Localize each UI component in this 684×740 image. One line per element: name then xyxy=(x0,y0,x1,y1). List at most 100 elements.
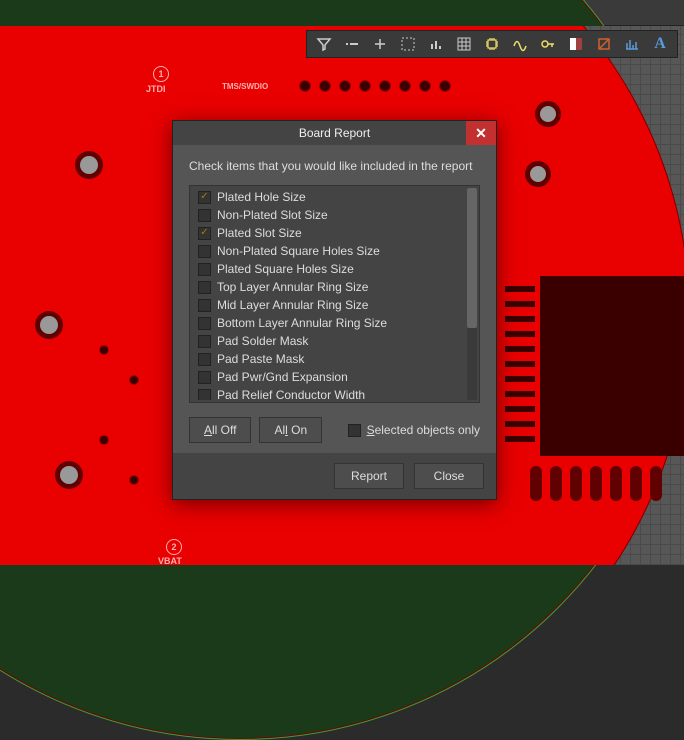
pcb-trace xyxy=(505,421,535,427)
checkbox-icon xyxy=(198,263,211,276)
checkbox-icon: ✓ xyxy=(198,227,211,240)
pcb-via xyxy=(360,81,370,91)
pcb-hole xyxy=(530,166,546,182)
checkbox-icon xyxy=(198,317,211,330)
report-item-checkbox[interactable]: ✓ Plated Slot Size xyxy=(192,224,465,242)
report-item-label: Top Layer Annular Ring Size xyxy=(217,280,368,294)
checkbox-icon xyxy=(198,209,211,222)
pcb-via xyxy=(100,436,108,444)
chart-icon[interactable] xyxy=(621,33,643,55)
pcb-via xyxy=(340,81,350,91)
silkscreen-label: JTDI xyxy=(146,84,166,94)
pcb-trace xyxy=(505,331,535,337)
bars-icon[interactable] xyxy=(425,33,447,55)
grid-icon[interactable] xyxy=(453,33,475,55)
board-report-dialog: Board Report ✕ Check items that you woul… xyxy=(172,120,497,500)
wave-icon[interactable] xyxy=(509,33,531,55)
report-item-label: Bottom Layer Annular Ring Size xyxy=(217,316,387,330)
pcb-slot xyxy=(550,466,562,501)
pcb-hole xyxy=(540,106,556,122)
pcb-hole xyxy=(60,466,78,484)
checkbox-icon xyxy=(198,299,211,312)
report-item-checkbox[interactable]: Non-Plated Square Holes Size xyxy=(192,242,465,260)
pcb-slot xyxy=(590,466,602,501)
pcb-slot xyxy=(650,466,662,501)
report-item-label: Pad Paste Mask xyxy=(217,352,304,366)
pcb-trace xyxy=(505,391,535,397)
scrollbar-thumb[interactable] xyxy=(467,188,477,328)
silkscreen-pin-circle: 1 xyxy=(153,66,169,82)
all-off-button[interactable]: All Off xyxy=(189,417,251,443)
selected-objects-only-checkbox[interactable]: Selected objects only xyxy=(348,423,480,437)
checkbox-icon xyxy=(198,281,211,294)
dialog-title: Board Report xyxy=(299,126,370,140)
pcb-slot xyxy=(610,466,622,501)
dialog-titlebar[interactable]: Board Report ✕ xyxy=(173,121,496,145)
pcb-via xyxy=(130,476,138,484)
pcb-via xyxy=(300,81,310,91)
contrast-icon[interactable] xyxy=(565,33,587,55)
pcb-trace xyxy=(505,301,535,307)
silkscreen-label: TMS/SWDIO xyxy=(222,82,268,91)
report-item-checkbox[interactable]: Pad Relief Conductor Width xyxy=(192,386,465,400)
report-item-checkbox[interactable]: Plated Square Holes Size xyxy=(192,260,465,278)
report-item-label: Non-Plated Slot Size xyxy=(217,208,328,222)
report-item-label: Non-Plated Square Holes Size xyxy=(217,244,380,258)
filter-icon[interactable] xyxy=(313,33,335,55)
report-item-checkbox[interactable]: Mid Layer Annular Ring Size xyxy=(192,296,465,314)
report-item-checkbox[interactable]: Bottom Layer Annular Ring Size xyxy=(192,314,465,332)
report-item-label: Plated Square Holes Size xyxy=(217,262,354,276)
report-item-label: Plated Slot Size xyxy=(217,226,302,240)
pcb-trace xyxy=(505,346,535,352)
checkbox-icon xyxy=(198,245,211,258)
dialog-footer: Report Close xyxy=(173,453,496,499)
pcb-hole xyxy=(80,156,98,174)
close-icon: ✕ xyxy=(475,125,487,142)
tab-pcb-doc[interactable]: Bluetooth_Sentinel.PcbDoc * xyxy=(0,0,171,25)
report-items-panel: ✓ Plated Hole Size Non-Plated Slot Size ✓ Pl… xyxy=(189,185,480,403)
pcb-trace xyxy=(505,316,535,322)
pcb-via xyxy=(400,81,410,91)
dialog-close-button[interactable]: ✕ xyxy=(466,121,496,145)
report-item-label: Plated Hole Size xyxy=(217,190,306,204)
report-item-checkbox[interactable]: Pad Pwr/Gnd Expansion xyxy=(192,368,465,386)
chip-icon[interactable] xyxy=(481,33,503,55)
pcb-via xyxy=(440,81,450,91)
plus-icon[interactable] xyxy=(369,33,391,55)
report-item-checkbox[interactable]: ✓ Plated Hole Size xyxy=(192,188,465,206)
close-button[interactable]: Close xyxy=(414,463,484,489)
align-icon[interactable] xyxy=(341,33,363,55)
key-icon[interactable] xyxy=(537,33,559,55)
pcb-slot xyxy=(530,466,542,501)
report-item-checkbox[interactable]: Pad Solder Mask xyxy=(192,332,465,350)
pcb-via xyxy=(130,376,138,384)
pcb-via xyxy=(320,81,330,91)
pcb-via xyxy=(420,81,430,91)
silkscreen-pin-circle: 2 xyxy=(166,539,182,555)
text-icon[interactable]: A xyxy=(649,33,671,55)
report-item-label: Pad Relief Conductor Width xyxy=(217,388,365,400)
report-item-label: Pad Solder Mask xyxy=(217,334,308,348)
report-item-checkbox[interactable]: Pad Paste Mask xyxy=(192,350,465,368)
pcb-via xyxy=(380,81,390,91)
dialog-toggle-row: All Off All On Selected objects only xyxy=(189,417,480,443)
report-button[interactable]: Report xyxy=(334,463,404,489)
report-item-label: Mid Layer Annular Ring Size xyxy=(217,298,368,312)
checkbox-icon xyxy=(198,353,211,366)
all-on-button[interactable]: All On xyxy=(259,417,322,443)
pcb-trace xyxy=(505,286,535,292)
report-item-checkbox[interactable]: Non-Plated Slot Size xyxy=(192,206,465,224)
layers-icon[interactable] xyxy=(593,33,615,55)
checkbox-icon: ✓ xyxy=(198,191,211,204)
pcb-trace xyxy=(505,376,535,382)
select-rect-icon[interactable] xyxy=(397,33,419,55)
pcb-trace xyxy=(505,361,535,367)
scrollbar[interactable] xyxy=(467,188,477,400)
report-item-checkbox[interactable]: Top Layer Annular Ring Size xyxy=(192,278,465,296)
checkbox-icon xyxy=(198,371,211,384)
silkscreen-label: VBAT xyxy=(158,556,182,565)
report-item-label: Pad Pwr/Gnd Expansion xyxy=(217,370,348,384)
pcb-via xyxy=(100,346,108,354)
pcb-slot xyxy=(570,466,582,501)
report-items-list[interactable]: ✓ Plated Hole Size Non-Plated Slot Size ✓ Pl… xyxy=(192,188,465,400)
